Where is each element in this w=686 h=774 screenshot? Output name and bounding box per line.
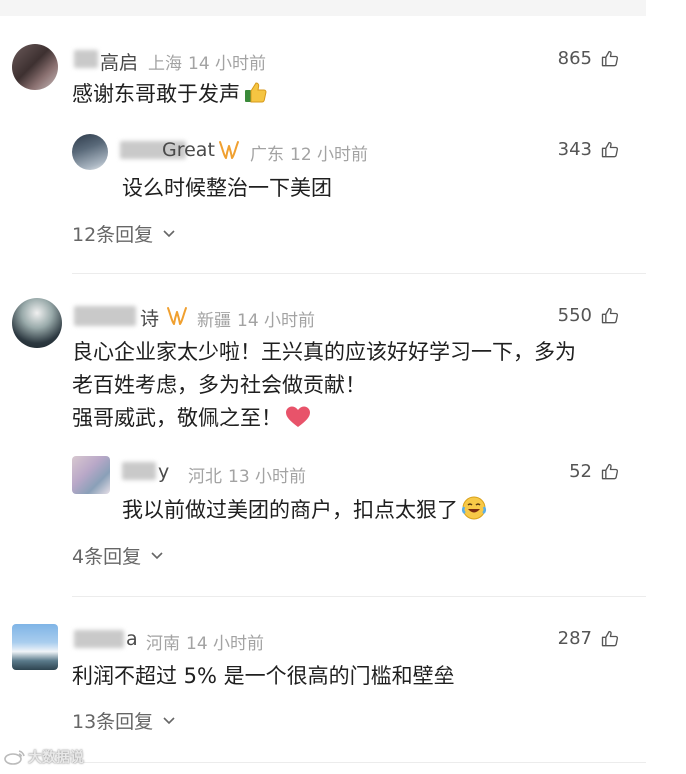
comment-text-line: 老百姓考虑，多为社会做贡献！ <box>72 373 366 397</box>
avatar[interactable] <box>12 624 58 670</box>
reply-time: 12 小时前 <box>290 145 369 165</box>
comment-location: 上海 <box>148 54 182 74</box>
watermark: 大数据说 <box>4 747 84 769</box>
like-count: 343 <box>557 139 592 160</box>
reply-location: 河北 <box>188 467 222 487</box>
like-button[interactable]: 550 <box>558 305 620 326</box>
replies-count: 13条回复 <box>72 711 154 733</box>
reply-text: 我以前做过美团的商户，扣点太狠了 <box>122 494 487 531</box>
like-count: 865 <box>557 48 592 69</box>
thumbs-up-icon <box>600 49 620 69</box>
like-button[interactable]: 287 <box>558 628 620 649</box>
comment-username[interactable]: 高启 <box>100 48 138 75</box>
chevron-down-icon <box>162 716 176 726</box>
comment-text: 感谢东哥敢于发声 <box>72 78 269 115</box>
comment-divider <box>72 762 646 763</box>
comment-time: 14 小时前 <box>237 311 316 331</box>
comment-divider <box>72 596 646 597</box>
comment-text-line: 强哥威武，敬佩之至！ <box>72 402 576 439</box>
thumbs-up-emoji <box>243 79 269 115</box>
comment-text-content: 感谢东哥敢于发声 <box>72 82 240 106</box>
replies-toggle[interactable]: 13条回复 <box>72 707 176 734</box>
thumbs-up-icon <box>600 140 620 160</box>
comment-username[interactable]: a <box>126 628 138 650</box>
avatar[interactable] <box>12 44 58 90</box>
reply-username[interactable]: y <box>158 461 169 483</box>
like-button[interactable]: 343 <box>558 139 620 160</box>
like-count: 52 <box>569 461 592 482</box>
top-strip <box>0 0 646 16</box>
comment-text: 利润不超过 5% 是一个很高的门槛和壁垒 <box>72 664 455 688</box>
reply-username[interactable]: Great <box>162 139 215 161</box>
replies-count: 4条回复 <box>72 546 142 568</box>
comment-text-line: 良心企业家太少啦！王兴真的应该好好学习一下，多为 <box>72 340 576 364</box>
laughing-tears-emoji <box>461 495 487 531</box>
reply-text: 设么时候整治一下美团 <box>122 176 332 200</box>
reply-time: 13 小时前 <box>228 467 307 487</box>
comment-divider <box>72 273 646 274</box>
comment-text: 良心企业家太少啦！王兴真的应该好好学习一下，多为 老百姓考虑，多为社会做贡献！ … <box>72 336 576 439</box>
vip-badge-icon <box>218 140 240 160</box>
watermark-text: 大数据说 <box>28 750 84 766</box>
vip-badge-icon <box>166 306 188 326</box>
replies-toggle[interactable]: 12条回复 <box>72 220 176 247</box>
like-count: 287 <box>557 628 592 649</box>
reply-location: 广东 <box>250 145 284 165</box>
comment-time: 14 小时前 <box>186 634 265 654</box>
like-button[interactable]: 52 <box>569 461 620 482</box>
reply-avatar[interactable] <box>72 134 108 170</box>
weibo-logo-icon <box>4 749 26 769</box>
replies-toggle[interactable]: 4条回复 <box>72 542 164 569</box>
blurred-username <box>74 50 98 68</box>
comment-username[interactable]: 诗 <box>140 304 159 331</box>
comment-location: 河南 <box>146 634 180 654</box>
heart-emoji <box>285 405 311 439</box>
comment-time: 14 小时前 <box>188 54 267 74</box>
blurred-username <box>74 306 136 326</box>
replies-count: 12条回复 <box>72 224 154 246</box>
reply-avatar[interactable] <box>72 456 110 494</box>
comment-location: 新疆 <box>197 311 231 331</box>
chevron-down-icon <box>162 229 176 239</box>
reply-text-content: 我以前做过美团的商户，扣点太狠了 <box>122 498 458 522</box>
blurred-username <box>122 462 156 480</box>
like-count: 550 <box>557 305 592 326</box>
thumbs-up-icon <box>600 629 620 649</box>
avatar[interactable] <box>12 298 62 348</box>
thumbs-up-icon <box>600 306 620 326</box>
thumbs-up-icon <box>600 462 620 482</box>
chevron-down-icon <box>150 551 164 561</box>
blurred-username <box>74 630 124 648</box>
like-button[interactable]: 865 <box>558 48 620 69</box>
comment-text-content: 强哥威武，敬佩之至！ <box>72 406 282 430</box>
